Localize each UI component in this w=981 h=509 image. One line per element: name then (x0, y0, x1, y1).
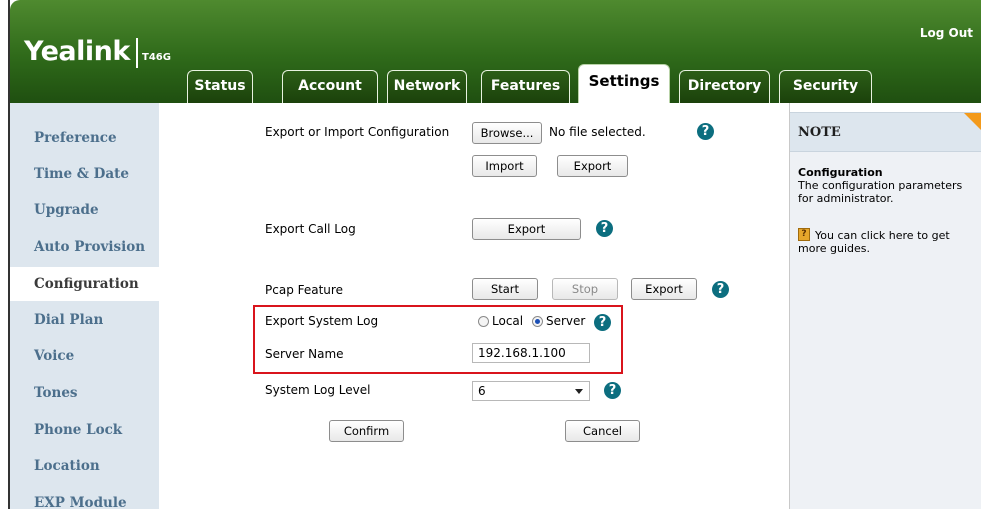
pcap-stop-button[interactable]: Stop (552, 278, 618, 300)
yealink-logo: Yealink (24, 36, 130, 67)
help-icon[interactable]: ? (594, 314, 611, 331)
sidebar-item-dial-plan[interactable]: Dial Plan (10, 303, 159, 337)
help-icon[interactable]: ? (596, 220, 613, 237)
browse-button[interactable]: Browse... (472, 122, 542, 144)
model-label: T46G (142, 52, 171, 63)
guide-link[interactable]: You can click here to get more guides. (798, 229, 978, 255)
server-name-label: Server Name (265, 347, 344, 361)
local-radio-label: Local (492, 314, 524, 328)
tab-network[interactable]: Network (387, 70, 467, 103)
note-body: Configuration The configuration paramete… (790, 152, 981, 509)
server-name-input[interactable]: 192.168.1.100 (472, 343, 590, 363)
tab-settings[interactable]: Settings (578, 64, 670, 104)
local-radio[interactable] (478, 316, 489, 327)
sidebar-item-configuration[interactable]: Configuration (10, 267, 160, 301)
logo-separator (136, 38, 138, 68)
sidebar-item-phone-lock[interactable]: Phone Lock (10, 413, 159, 447)
sidebar-item-location[interactable]: Location (10, 449, 159, 483)
sidebar-item-exp-module[interactable]: EXP Module (10, 486, 159, 509)
yealink-web-ui: Yealink T46G Log Out Status Account Netw… (0, 0, 981, 509)
sidebar-item-tones[interactable]: Tones (10, 376, 159, 410)
note-header: NOTE (790, 112, 981, 152)
header-bar: Yealink T46G Log Out Status Account Netw… (10, 0, 981, 104)
tab-status[interactable]: Status (187, 70, 253, 103)
export-import-label: Export or Import Configuration (265, 125, 450, 139)
help-icon[interactable]: ? (712, 281, 729, 298)
tab-account[interactable]: Account (282, 70, 378, 103)
guide-book-icon[interactable]: ? (798, 228, 810, 241)
tab-features[interactable]: Features (481, 70, 570, 103)
configuration-panel: Export or Import Configuration Browse...… (159, 103, 789, 509)
logout-link[interactable]: Log Out (920, 26, 973, 40)
tab-security[interactable]: Security (779, 70, 872, 103)
sidebar-item-auto-provision[interactable]: Auto Provision (10, 230, 159, 264)
import-button[interactable]: Import (472, 155, 537, 177)
help-icon[interactable]: ? (697, 123, 714, 140)
server-radio[interactable] (532, 316, 543, 327)
file-status-text: No file selected. (549, 125, 646, 139)
pcap-start-button[interactable]: Start (472, 278, 538, 300)
corner-fold-icon (964, 113, 981, 131)
sidebar-item-upgrade[interactable]: Upgrade (10, 193, 159, 227)
note-description: The configuration parameters for adminis… (798, 179, 963, 205)
settings-sidebar: Preference Time & Date Upgrade Auto Prov… (10, 103, 160, 509)
system-log-level-value: 6 (478, 384, 486, 398)
server-radio-label: Server (546, 314, 586, 328)
export-call-log-label: Export Call Log (265, 222, 356, 236)
tab-directory[interactable]: Directory (679, 70, 770, 103)
export-config-button[interactable]: Export (557, 155, 628, 177)
note-subtitle: Configuration (798, 166, 883, 179)
sidebar-item-preference[interactable]: Preference (10, 121, 159, 155)
sidebar-item-time-date[interactable]: Time & Date (10, 157, 159, 191)
cancel-button[interactable]: Cancel (565, 420, 640, 442)
system-log-level-label: System Log Level (265, 383, 371, 397)
export-call-log-button[interactable]: Export (472, 218, 581, 240)
help-icon[interactable]: ? (604, 382, 621, 399)
pcap-export-button[interactable]: Export (631, 278, 697, 300)
note-title: NOTE (798, 125, 841, 140)
system-log-level-select[interactable]: 6 (472, 381, 590, 401)
pcap-feature-label: Pcap Feature (265, 283, 343, 297)
sidebar-item-voice[interactable]: Voice (10, 339, 159, 373)
chevron-down-icon (575, 389, 583, 394)
confirm-button[interactable]: Confirm (329, 420, 404, 442)
note-panel: NOTE Configuration The configuration par… (789, 103, 981, 509)
export-system-log-label: Export System Log (265, 314, 379, 328)
